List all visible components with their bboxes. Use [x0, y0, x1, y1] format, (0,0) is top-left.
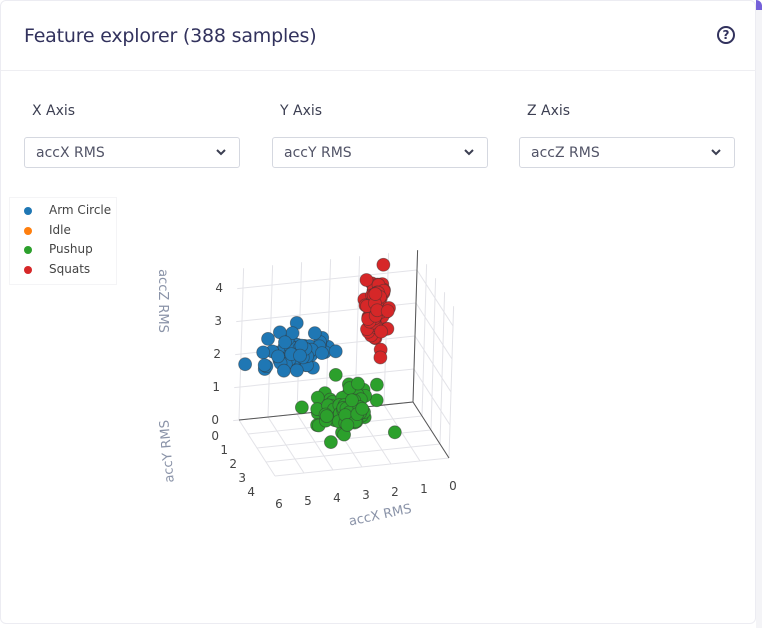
- chevron-down-icon: [463, 146, 475, 158]
- y-axis-label: Y Axis: [280, 103, 322, 119]
- point-arm-circle[interactable]: [239, 358, 252, 371]
- gridline-y-side: [449, 306, 454, 458]
- y-axis-line: [413, 402, 449, 458]
- point-arm-circle[interactable]: [308, 327, 321, 340]
- point-pushup[interactable]: [356, 402, 369, 415]
- x-axis-select-value: accX RMS: [36, 145, 105, 161]
- x-axis-title: accX RMS: [348, 502, 414, 530]
- x-tick-label: 6: [275, 497, 283, 511]
- point-arm-circle[interactable]: [329, 345, 342, 358]
- z-tick-label: 2: [213, 347, 221, 361]
- gridline-x: [239, 268, 244, 420]
- scrollbar[interactable]: [756, 10, 762, 628]
- point-pushup[interactable]: [320, 410, 333, 423]
- chevron-down-icon: [710, 146, 722, 158]
- y-axis-select[interactable]: accY RMS: [272, 137, 488, 168]
- z-axis-title: accZ RMS: [155, 269, 170, 333]
- point-pushup[interactable]: [388, 426, 401, 439]
- point-arm-circle[interactable]: [257, 346, 270, 359]
- point-squats[interactable]: [377, 258, 390, 271]
- point-arm-circle[interactable]: [293, 349, 306, 362]
- x-tick-label: 0: [449, 479, 457, 493]
- page-title: Feature explorer (388 samples): [24, 25, 316, 47]
- chevron-down-icon: [215, 146, 227, 158]
- z-axis-line: [413, 250, 418, 402]
- point-pushup[interactable]: [370, 394, 383, 407]
- gridline-z: [237, 270, 417, 289]
- y-axis-select-value: accY RMS: [284, 145, 352, 161]
- point-squats[interactable]: [374, 351, 387, 364]
- x-tick-label: 5: [304, 494, 312, 508]
- gridline-y-side: [422, 264, 427, 416]
- x-axis-select[interactable]: accX RMS: [24, 137, 240, 168]
- point-arm-circle[interactable]: [262, 332, 275, 345]
- point-pushup[interactable]: [341, 418, 354, 431]
- point-arm-circle[interactable]: [315, 347, 328, 360]
- question-circle-icon[interactable]: ?: [717, 26, 735, 44]
- z-axis-label: Z Axis: [527, 103, 570, 119]
- point-pushup[interactable]: [370, 378, 383, 391]
- point-arm-circle[interactable]: [272, 350, 285, 363]
- y-tick-label: 4: [247, 485, 255, 499]
- z-tick-label: 0: [211, 413, 219, 427]
- x-axis-label: X Axis: [32, 103, 75, 119]
- feature-explorer-card: Feature explorer (388 samples) ? X Axis …: [0, 0, 756, 624]
- gridline-y: [275, 458, 449, 476]
- point-arm-circle[interactable]: [277, 364, 290, 377]
- x-tick-label: 4: [333, 491, 341, 505]
- z-tick-label: 1: [212, 380, 220, 394]
- x-tick-label: 1: [420, 482, 428, 496]
- point-squats[interactable]: [375, 325, 388, 338]
- scatter-3d-plot[interactable]: 01234012340123456 accZ RMS accY RMS accX…: [1, 181, 757, 561]
- gridline-z-side: [417, 270, 453, 326]
- gridline-z-side: [415, 336, 451, 392]
- card-header: Feature explorer (388 samples) ?: [1, 1, 757, 71]
- x-tick-label: 3: [362, 488, 370, 502]
- plot-points: [239, 258, 402, 448]
- y-axis-title: accY RMS: [157, 419, 177, 483]
- z-tick-label: 3: [214, 314, 222, 328]
- x-tick-label: 2: [391, 485, 399, 499]
- point-pushup[interactable]: [345, 394, 358, 407]
- point-arm-circle[interactable]: [278, 336, 291, 349]
- gridline-z-side: [416, 303, 452, 359]
- y-tick-label: 1: [220, 443, 228, 457]
- point-pushup[interactable]: [351, 377, 364, 390]
- point-pushup[interactable]: [324, 436, 337, 449]
- gridline-y-side: [431, 278, 436, 430]
- y-tick-label: 0: [211, 429, 219, 443]
- point-squats[interactable]: [381, 305, 394, 318]
- point-pushup[interactable]: [329, 368, 342, 381]
- point-pushup[interactable]: [295, 401, 308, 414]
- point-squats[interactable]: [369, 288, 382, 301]
- y-tick-label: 3: [238, 471, 246, 485]
- z-axis-select[interactable]: accZ RMS: [519, 137, 735, 168]
- z-tick-label: 4: [215, 281, 223, 295]
- point-squats[interactable]: [360, 273, 373, 286]
- point-arm-circle[interactable]: [258, 359, 271, 372]
- accent-corner: [756, 0, 762, 10]
- y-tick-label: 2: [229, 457, 237, 471]
- gridline-y: [266, 444, 440, 462]
- gridline-y-side: [440, 292, 445, 444]
- z-axis-select-value: accZ RMS: [531, 145, 600, 161]
- point-arm-circle[interactable]: [290, 364, 303, 377]
